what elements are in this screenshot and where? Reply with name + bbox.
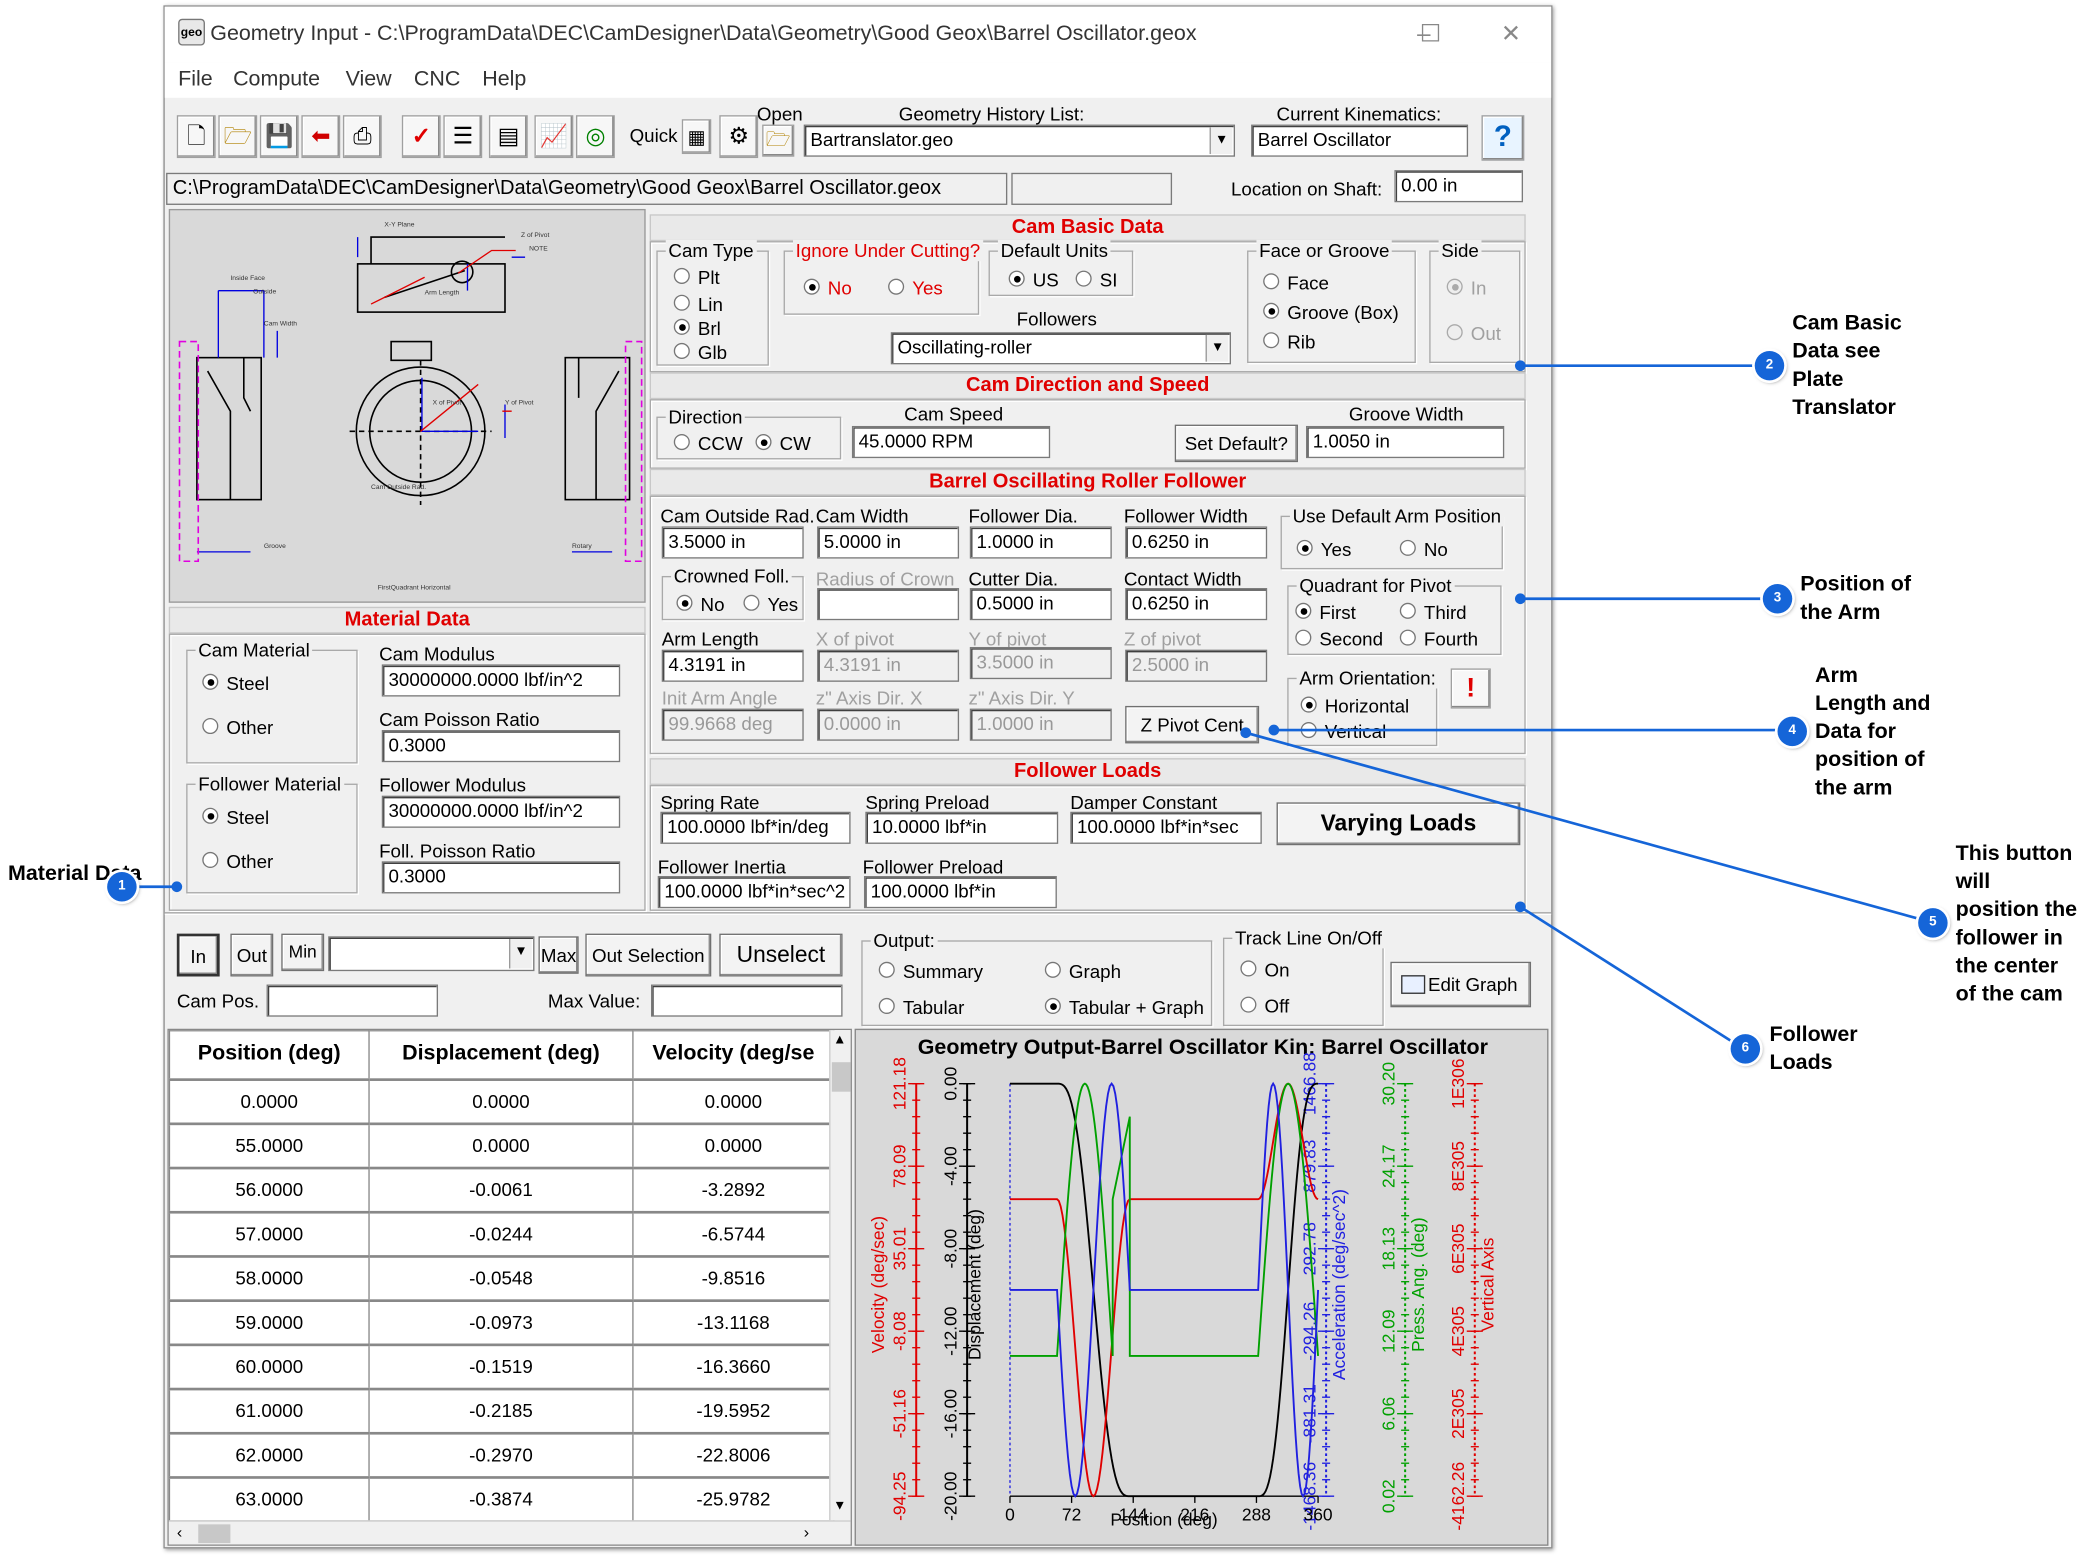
- callout-badge-5: 5: [1918, 908, 1948, 938]
- callout-badge-3: 3: [1762, 584, 1793, 614]
- callout-badge-2: 2: [1754, 350, 1785, 381]
- callout-basic-text: Cam Basic Data see Plate Translator: [1792, 312, 1902, 420]
- callout-badge-4: 4: [1777, 716, 1807, 747]
- callout-arm-length-text: Arm Length and Data for position of the …: [1815, 664, 1931, 800]
- callout-z-pivot-text: This button will position the follower i…: [1955, 842, 2078, 1006]
- callout-position-text: Position of the Arm: [1800, 573, 1912, 625]
- callout-badge-6: 6: [1730, 1034, 1761, 1064]
- callout-badge-1: 1: [107, 872, 137, 902]
- callout-lines: [133, 360, 1930, 1049]
- callout-loads-text: Follower Loads: [1769, 1023, 1858, 1075]
